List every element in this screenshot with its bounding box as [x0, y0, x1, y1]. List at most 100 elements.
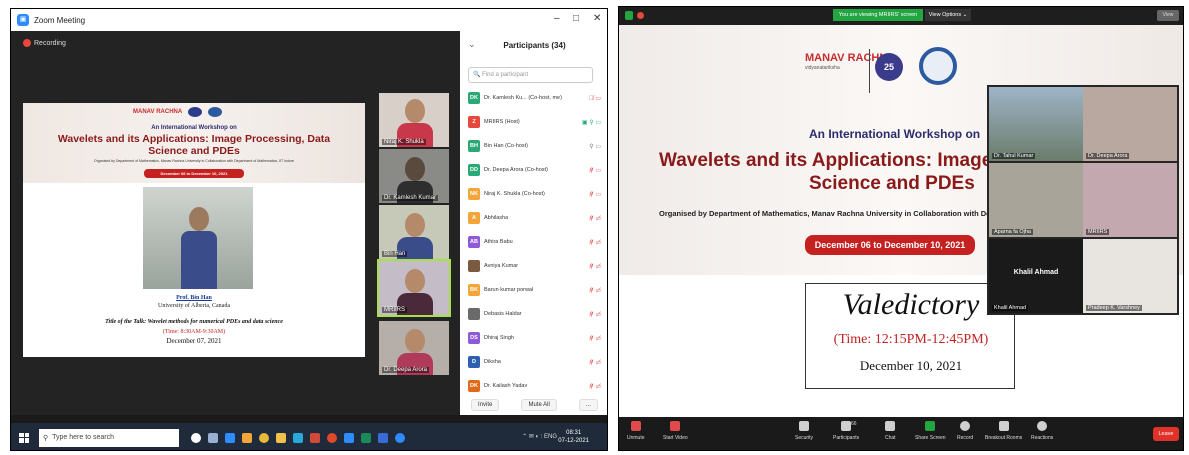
shared-slide: MANAV RACHNA An International Workshop o…	[23, 103, 365, 357]
shield-icon[interactable]	[625, 11, 633, 20]
shield-icon	[799, 421, 810, 431]
participant-row[interactable]: A Abhilasha ⚲̸ ▭̸	[468, 209, 601, 227]
minimize-icon[interactable]: –	[554, 13, 560, 24]
slide-title: Wavelets and its Applications: Image Pro…	[57, 133, 331, 157]
app-icon[interactable]	[310, 432, 320, 443]
view-options-button[interactable]: View Options ⌄	[925, 9, 971, 21]
participant-avatar	[468, 260, 480, 272]
mic-muted-icon: ⚲̸ ▭̸	[589, 311, 601, 318]
talk-date: December 07, 2021	[166, 337, 222, 345]
taskbar-apps	[191, 432, 405, 443]
participant-row[interactable]: NK Niraj K. Shukla (Co-host) ⚲̸ ▭	[468, 185, 601, 203]
participant-avatar: DK	[468, 92, 480, 104]
participant-avatar: A	[468, 212, 480, 224]
mute-all-button[interactable]: Mute All	[521, 399, 557, 411]
app-icon[interactable]	[361, 432, 371, 443]
shared-slide: MANAV RACHNA vidyanatariksha 25 An Intern…	[619, 25, 1183, 417]
maximize-icon[interactable]: □	[573, 13, 579, 24]
speaker-university: University of Alberta, Canada	[158, 303, 230, 309]
participant-row[interactable]: DK Dr. Kailash Yadav ⚲̸ ▭̸	[468, 377, 601, 395]
meeting-area: Recording MANAV RACHNA An International …	[11, 31, 460, 415]
leave-button[interactable]: Leave	[1153, 427, 1179, 441]
video-tile[interactable]: Aparna fa Ojha	[989, 163, 1083, 237]
video-off-icon	[670, 421, 681, 431]
video-tile[interactable]: Dr. Deepa Arora	[1083, 87, 1177, 161]
mic-muted-icon: ⚲̸ ▭̸	[589, 359, 601, 366]
more-button[interactable]: ...	[578, 399, 598, 411]
cortana-icon[interactable]	[191, 432, 201, 443]
windows-start-icon[interactable]	[19, 432, 29, 443]
chrome-icon[interactable]	[259, 432, 269, 443]
mic-muted-icon: ⚲̸ ▭	[589, 191, 601, 198]
share-screen-button[interactable]: Share Screen	[915, 421, 946, 441]
institute-logo-icon	[208, 107, 223, 117]
participant-row[interactable]: DD Dr. Deepa Arora (Co-host) ⚲̸ ▭	[468, 161, 601, 179]
mic-muted-icon: ⚲̸ ▭̸	[589, 335, 601, 342]
record-button[interactable]: Record	[957, 421, 973, 441]
participant-row[interactable]: Debasis Haldar ⚲̸ ▭̸	[468, 305, 601, 323]
participants-footer: Invite Mute All ...	[460, 395, 607, 415]
task-view-icon[interactable]	[208, 432, 218, 443]
app-icon[interactable]	[225, 432, 235, 443]
zoom-logo-icon: ▣	[17, 14, 29, 26]
mic-muted-icon: ⚲̸ ▭̸	[589, 215, 601, 222]
share-screen-icon	[925, 421, 936, 431]
video-tile[interactable]: Dr. Tahul Kumar	[989, 87, 1083, 161]
participant-row[interactable]: BH Bin Han (Co-host) ⚲ ▭	[468, 137, 601, 155]
app-icon[interactable]	[395, 432, 405, 443]
participant-avatar: BK	[468, 284, 480, 296]
mic-muted-icon: ⚲̸ ▭̸	[589, 239, 601, 246]
valedictory-box: Valedictory (Time: 12:15PM-12:45PM) Dece…	[805, 283, 1015, 389]
valedictory-time: (Time: 12:15PM-12:45PM)	[833, 332, 989, 347]
slide-date-pill: December 06 to December 10, 2021	[805, 235, 975, 255]
slide-subtitle: An International Workshop on	[151, 125, 237, 131]
slide-banner: MANAV RACHNA An International Workshop o…	[23, 103, 365, 183]
participant-row[interactable]: D Diksha ⚲̸ ▭̸	[468, 353, 601, 371]
video-gallery: Dr. Tahul Kumar Dr. Deepa Arora Aparna f…	[987, 85, 1179, 315]
video-tile[interactable]: MRIIRS	[1083, 163, 1177, 237]
participant-row[interactable]: AB Athira Babu ⚲̸ ▭̸	[468, 233, 601, 251]
mic-muted-icon: ⚲̸ ▭̸	[589, 287, 601, 294]
app-icon[interactable]	[242, 432, 252, 443]
video-tile-no-video[interactable]: Khalil Ahmad Khalil Ahmad	[989, 239, 1083, 313]
taskbar-search-box[interactable]: ⚲ Type here to search	[39, 428, 179, 447]
app-icon[interactable]	[327, 432, 337, 443]
participant-row[interactable]: Avniya Kumar ⚲̸ ▭̸	[468, 257, 601, 275]
reactions-button[interactable]: Reactions	[1031, 421, 1053, 441]
video-tile[interactable]: Bin Han	[379, 205, 449, 259]
mic-muted-icon: 🎙̸ ▭	[589, 95, 601, 102]
close-icon[interactable]: ✕	[593, 13, 601, 24]
video-tile[interactable]: Pradeep K. Varshney	[1083, 239, 1177, 313]
start-video-button[interactable]: Start Video	[663, 421, 688, 441]
folder-icon[interactable]	[276, 432, 286, 443]
speaker-photo	[143, 187, 253, 289]
participant-row[interactable]: Z MRIIRS (Host) ▣ ⚲ ▭	[468, 113, 601, 131]
participant-row[interactable]: DS Dhiraj Singh ⚲̸ ▭̸	[468, 329, 601, 347]
taskbar-clock[interactable]: 08:31 07-12-2021	[558, 429, 589, 445]
app-icon[interactable]	[293, 432, 303, 443]
participant-avatar: NK	[468, 188, 480, 200]
video-tile-active-speaker[interactable]: MRIIRS	[377, 259, 451, 317]
anniversary-badge: 25	[875, 53, 903, 81]
view-button[interactable]: View	[1157, 10, 1179, 21]
valedictory-heading: Valedictory	[842, 288, 980, 321]
meeting-topbar: You are viewing MRIIRS' screen View Opti…	[619, 7, 1183, 25]
breakout-rooms-button[interactable]: Breakout Rooms	[985, 421, 1022, 441]
window-titlebar: ▣ Zoom Meeting – □ ✕	[11, 9, 607, 31]
find-participant-input[interactable]: 🔍 Find a participant	[468, 67, 593, 83]
video-tile[interactable]: Dr. Kamlesh Kumar	[379, 149, 449, 203]
video-tile[interactable]: Niraj K. Shukla	[379, 93, 449, 147]
system-tray[interactable]: ⌃ ✉ ◐ ⫶ ENG	[522, 433, 557, 441]
invite-button[interactable]: Invite	[471, 399, 500, 411]
zoom-window-right: You are viewing MRIIRS' screen View Opti…	[618, 6, 1184, 451]
video-tile[interactable]: Dr. Deepa Arora	[379, 321, 449, 375]
security-button[interactable]: Security	[795, 421, 813, 441]
unmute-button[interactable]: Unmute	[627, 421, 645, 441]
zoom-icon[interactable]	[344, 432, 354, 443]
chat-button[interactable]: Chat	[885, 421, 896, 441]
mic-muted-icon: ⚲̸ ▭̸	[589, 263, 601, 270]
logo-circle-icon	[188, 107, 203, 117]
participant-row[interactable]: BK Barun kumar porwal ⚲̸ ▭̸	[468, 281, 601, 299]
participant-row[interactable]: DK Dr. Kamlesh Ku... (Co-host, me) 🎙̸ ▭	[468, 89, 601, 107]
word-icon[interactable]	[378, 432, 388, 443]
